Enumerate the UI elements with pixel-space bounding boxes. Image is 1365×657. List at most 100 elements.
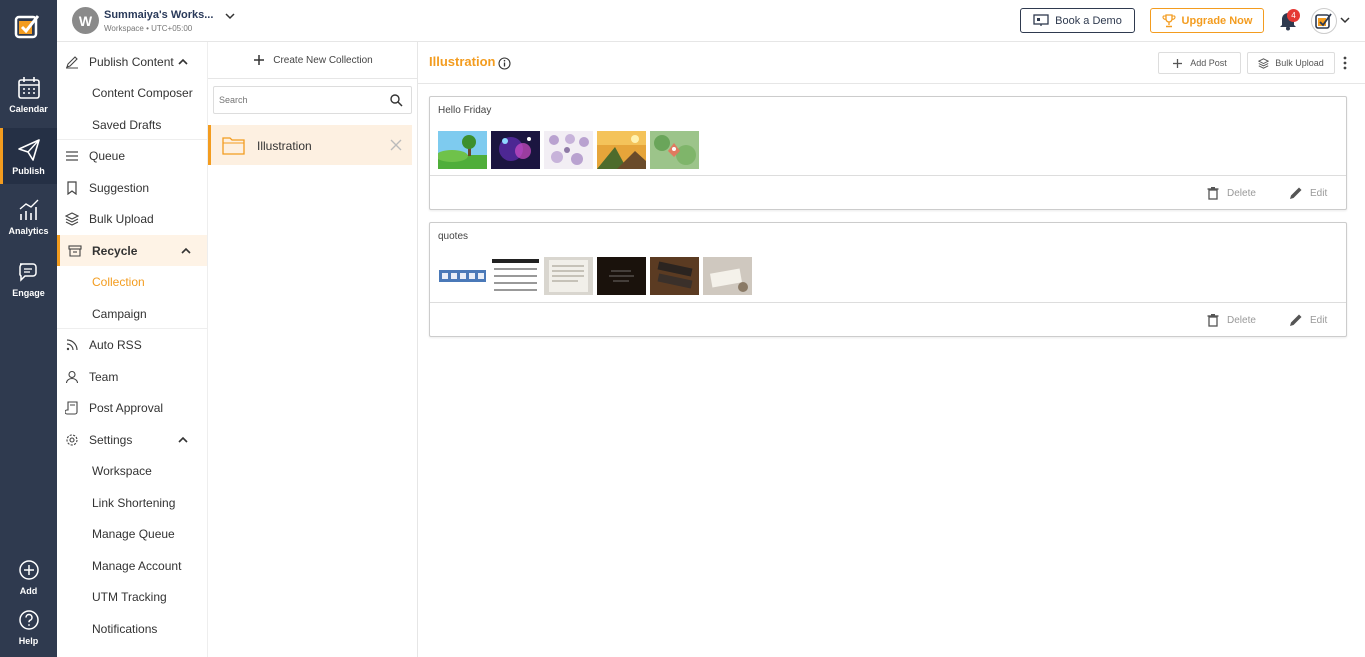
sidebar-item-label: UTM Tracking [92,589,167,604]
post-card: Hello Friday Delete Edit [429,96,1347,210]
main-rail: Calendar Publish Analytics Engage Add He… [0,0,57,657]
thumbnail-image[interactable] [597,257,646,295]
sidebar-item-notifications[interactable]: Notifications [57,613,207,644]
post-title: Hello Friday [438,105,492,116]
chat-icon [18,262,37,282]
gear-icon [66,433,78,446]
bulk-upload-button[interactable]: Bulk Upload [1247,52,1335,74]
rail-calendar-label: Calendar [9,103,48,114]
add-post-label: Add Post [1190,58,1227,68]
sidebar-item-workspace[interactable]: Workspace [57,455,207,486]
thumbnail-image[interactable] [597,131,646,169]
sidebar-item-auto-rss[interactable]: Auto RSS [57,329,207,360]
thumbnail-image[interactable] [650,131,699,169]
edit-button[interactable]: Edit [1289,186,1327,200]
sidebar-item-publish-content[interactable]: Publish Content [57,46,207,77]
sidebar-item-label: Manage Account [92,558,182,573]
delete-button[interactable]: Delete [1206,186,1256,200]
notification-badge: 4 [1287,9,1300,22]
thumbnail-image[interactable] [491,257,540,295]
scroll-icon [65,400,78,415]
user-icon [65,370,79,383]
collection-search [213,86,412,114]
trash-icon [1207,314,1219,327]
thumbnail-image[interactable] [544,257,593,295]
paper-plane-icon [17,138,40,161]
sidebar-item-settings[interactable]: Settings [57,424,207,455]
rail-calendar[interactable]: Calendar [0,66,57,122]
chevron-down-icon[interactable] [224,10,236,22]
thumbnail-image[interactable] [703,257,752,295]
top-header: W Summaiya's Works... Workspace • UTC+05… [57,0,1365,42]
rail-engage[interactable]: Engage [0,250,57,306]
rail-analytics[interactable]: Analytics [0,188,57,244]
calendar-icon [17,76,40,99]
thumbnail-image[interactable] [438,257,487,295]
sidebar-item-queue[interactable]: Queue [57,140,207,171]
collection-search-input[interactable] [219,92,379,108]
pencil-icon [1290,314,1302,326]
sidebar-item-link-shortening[interactable]: Link Shortening [57,487,207,518]
delete-button[interactable]: Delete [1206,313,1256,327]
edit-button[interactable]: Edit [1289,313,1327,327]
rail-add[interactable]: Add [0,553,57,599]
post-card-actions: Delete Edit [430,175,1346,209]
rail-help[interactable]: Help [0,603,57,649]
rail-publish-label: Publish [12,165,45,176]
publish-sidebar: Publish Content Content Composer Saved D… [57,42,207,657]
thumbnail-image[interactable] [438,131,487,169]
post-card: quotes Delete Edit [429,222,1347,337]
plus-circle-icon [18,559,39,580]
sidebar-item-label: Campaign [92,306,147,321]
sidebar-item-team[interactable]: Team [57,361,207,392]
sidebar-item-content-composer[interactable]: Content Composer [57,77,207,108]
sidebar-item-label: Saved Drafts [92,117,162,132]
thumbnail-image[interactable] [544,131,593,169]
sidebar-item-label: Link Shortening [92,495,176,510]
kebab-menu-icon[interactable] [1340,54,1350,72]
close-icon[interactable] [390,139,402,151]
rail-add-label: Add [19,585,38,596]
workspace-timezone: Workspace • UTC+05:00 [104,24,193,33]
sidebar-item-collection[interactable]: Collection [57,266,207,297]
sidebar-item-suggestion[interactable]: Suggestion [57,172,207,203]
collections-panel: Create New Collection Illustration [207,42,418,657]
sidebar-item-bulk-upload[interactable]: Bulk Upload [57,203,207,234]
sidebar-item-utm-tracking[interactable]: UTM Tracking [57,581,207,612]
sidebar-item-saved-drafts[interactable]: Saved Drafts [57,109,207,140]
sidebar-item-campaign[interactable]: Campaign [57,298,207,329]
list-icon [66,150,78,161]
add-post-button[interactable]: Add Post [1158,52,1241,74]
folder-icon [222,137,245,155]
sidebar-item-recycle[interactable]: Recycle [57,235,207,266]
analytics-icon [19,199,38,220]
sidebar-item-label: Bulk Upload [89,211,154,226]
book-demo-label: Book a Demo [1055,14,1122,27]
sidebar-item-label: Auto RSS [89,337,142,352]
sidebar-item-manage-account[interactable]: Manage Account [57,550,207,581]
sidebar-item-post-approval[interactable]: Post Approval [57,392,207,423]
info-icon[interactable] [498,57,511,70]
search-icon[interactable] [389,93,403,107]
sidebar-item-label: Suggestion [89,180,150,195]
sidebar-item-label: Notifications [92,621,158,636]
collection-item-illustration[interactable]: Illustration [208,125,412,165]
upgrade-button[interactable]: Upgrade Now [1150,8,1264,33]
book-demo-button[interactable]: Book a Demo [1020,8,1135,33]
user-avatar[interactable] [1311,8,1337,34]
create-collection-button[interactable]: Create New Collection [208,42,418,79]
sidebar-item-label: Queue [89,148,126,163]
upgrade-label: Upgrade Now [1181,14,1253,27]
page-title: Illustration [429,54,496,69]
workspace-name[interactable]: Summaiya's Works... [104,9,213,21]
thumbnail-image[interactable] [650,257,699,295]
chevron-down-icon[interactable] [1340,15,1350,25]
workspace-avatar[interactable]: W [72,7,99,34]
thumbnail-image[interactable] [491,131,540,169]
sidebar-item-manage-queue[interactable]: Manage Queue [57,518,207,549]
pencil-icon [1290,187,1302,199]
chevron-up-icon [181,247,191,254]
help-icon [18,609,39,630]
rail-publish[interactable]: Publish [0,128,57,184]
contentstudio-logo-icon[interactable] [14,12,42,40]
